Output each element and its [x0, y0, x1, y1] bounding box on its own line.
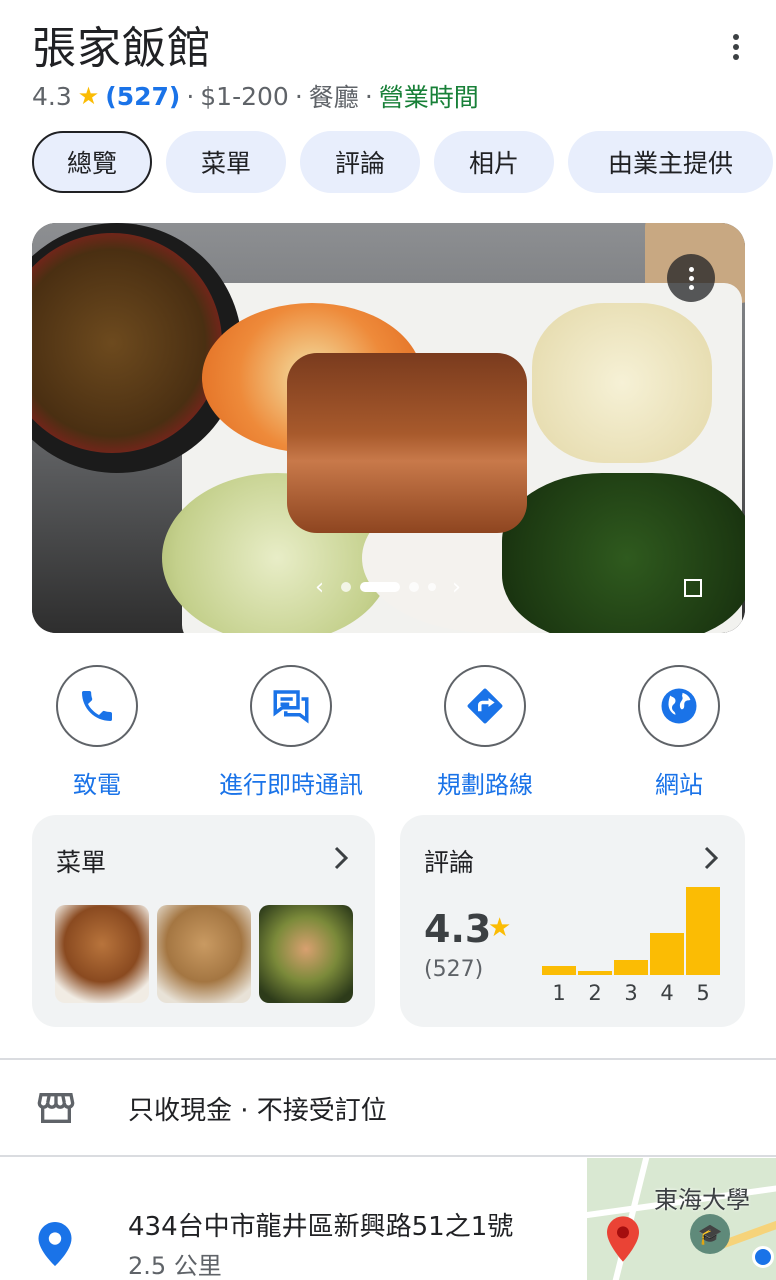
- website-button[interactable]: 網站: [569, 665, 776, 800]
- tab-menu[interactable]: 菜單: [166, 131, 286, 193]
- rating-bar-label: 1: [552, 981, 566, 1005]
- map-thumbnail[interactable]: 東海大學 🎓: [587, 1158, 776, 1280]
- rating-bar-5: [686, 887, 720, 975]
- menu-photo-thumbnail[interactable]: [259, 905, 353, 1003]
- storefront-icon: [37, 1093, 75, 1123]
- rating-distribution: 12345: [542, 885, 722, 1005]
- menu-card[interactable]: 菜單: [32, 815, 375, 1027]
- divider: [0, 1155, 776, 1157]
- chevron-right-icon: [334, 846, 349, 870]
- menu-card-title: 菜單: [56, 848, 107, 877]
- photo-more-icon[interactable]: [667, 254, 715, 302]
- current-location-icon: [752, 1246, 774, 1268]
- rating-bar-2: [578, 971, 612, 975]
- carousel-indicator: ‹ ›: [278, 575, 498, 600]
- place-title: 張家飯館: [32, 23, 212, 74]
- action-row: 致電 進行即時通訊 規劃路線 網站: [0, 665, 776, 799]
- rating-value: 4.3: [32, 81, 72, 111]
- photo-pork: [287, 353, 527, 533]
- chat-label: 進行即時通訊: [219, 771, 363, 799]
- call-button[interactable]: 致電: [0, 665, 207, 800]
- chat-icon: [250, 665, 332, 747]
- reviews-card[interactable]: 評論 4.3 ★ (527) 12345: [400, 815, 745, 1027]
- separator: ·: [364, 81, 373, 111]
- directions-button[interactable]: 規劃路線: [375, 665, 595, 800]
- graduation-cap-icon: 🎓: [690, 1214, 730, 1254]
- separator: ·: [294, 81, 303, 111]
- rating-bar-3: [614, 960, 648, 975]
- menu-photo-thumbnail[interactable]: [55, 905, 149, 1003]
- directions-icon: [444, 665, 526, 747]
- distance: 2.5 公里: [128, 1252, 222, 1280]
- chevron-left-icon[interactable]: ‹: [308, 575, 332, 600]
- star-icon: ★: [77, 82, 100, 110]
- globe-icon: [638, 665, 720, 747]
- photo-radish: [532, 303, 712, 463]
- tab-bar: 總覽 菜單 評論 相片 由業主提供: [32, 131, 773, 193]
- chevron-right-icon: [704, 846, 719, 870]
- menu-photo-thumbnail[interactable]: [157, 905, 251, 1003]
- chevron-right-icon[interactable]: ›: [445, 575, 469, 600]
- directions-label: 規劃路線: [437, 771, 533, 799]
- review-count-link[interactable]: (527): [105, 82, 180, 111]
- map-label: 東海大學: [654, 1186, 750, 1214]
- reviews-card-title: 評論: [424, 848, 475, 877]
- average-rating: 4.3: [424, 907, 492, 951]
- separator: ·: [186, 81, 195, 111]
- rating-bar-label: 3: [624, 981, 638, 1005]
- star-icon: ★: [488, 913, 512, 943]
- price-range: $1-200: [200, 81, 289, 111]
- rating-bar-1: [542, 966, 576, 975]
- address[interactable]: 434台中市龍井區新興路51之1號: [128, 1206, 513, 1243]
- category: 餐廳: [308, 83, 359, 112]
- location-pin-icon: [38, 1222, 72, 1266]
- chat-button[interactable]: 進行即時通訊: [181, 665, 401, 800]
- place-meta: 4.3 ★ (527) · $1-200 · 餐廳 · 營業時間: [32, 78, 479, 114]
- divider: [0, 1058, 776, 1060]
- rating-bar-label: 4: [660, 981, 674, 1005]
- rating-bar-4: [650, 933, 684, 975]
- call-label: 致電: [73, 771, 121, 799]
- rating-count: (527): [424, 957, 484, 982]
- photo-carousel[interactable]: ‹ ›: [32, 223, 745, 633]
- tab-from-owner[interactable]: 由業主提供: [568, 131, 773, 193]
- photo-greens: [502, 473, 745, 633]
- more-options-icon[interactable]: [726, 30, 746, 64]
- carousel-dot-active: [359, 582, 400, 592]
- carousel-dot: [408, 582, 419, 592]
- map-pin-icon: [607, 1216, 639, 1262]
- rating-bar-label: 2: [588, 981, 602, 1005]
- payment-info: 只收現金 · 不接受訂位: [128, 1096, 387, 1126]
- website-label: 網站: [655, 771, 703, 799]
- tab-photos[interactable]: 相片: [434, 131, 554, 193]
- tab-overview[interactable]: 總覽: [32, 131, 152, 193]
- carousel-dot: [340, 582, 351, 592]
- carousel-dot: [427, 583, 436, 591]
- tab-reviews[interactable]: 評論: [300, 131, 420, 193]
- rating-bar-label: 5: [696, 981, 710, 1005]
- expand-icon[interactable]: [684, 579, 702, 597]
- hours-link[interactable]: 營業時間: [379, 78, 479, 114]
- phone-icon: [56, 665, 138, 747]
